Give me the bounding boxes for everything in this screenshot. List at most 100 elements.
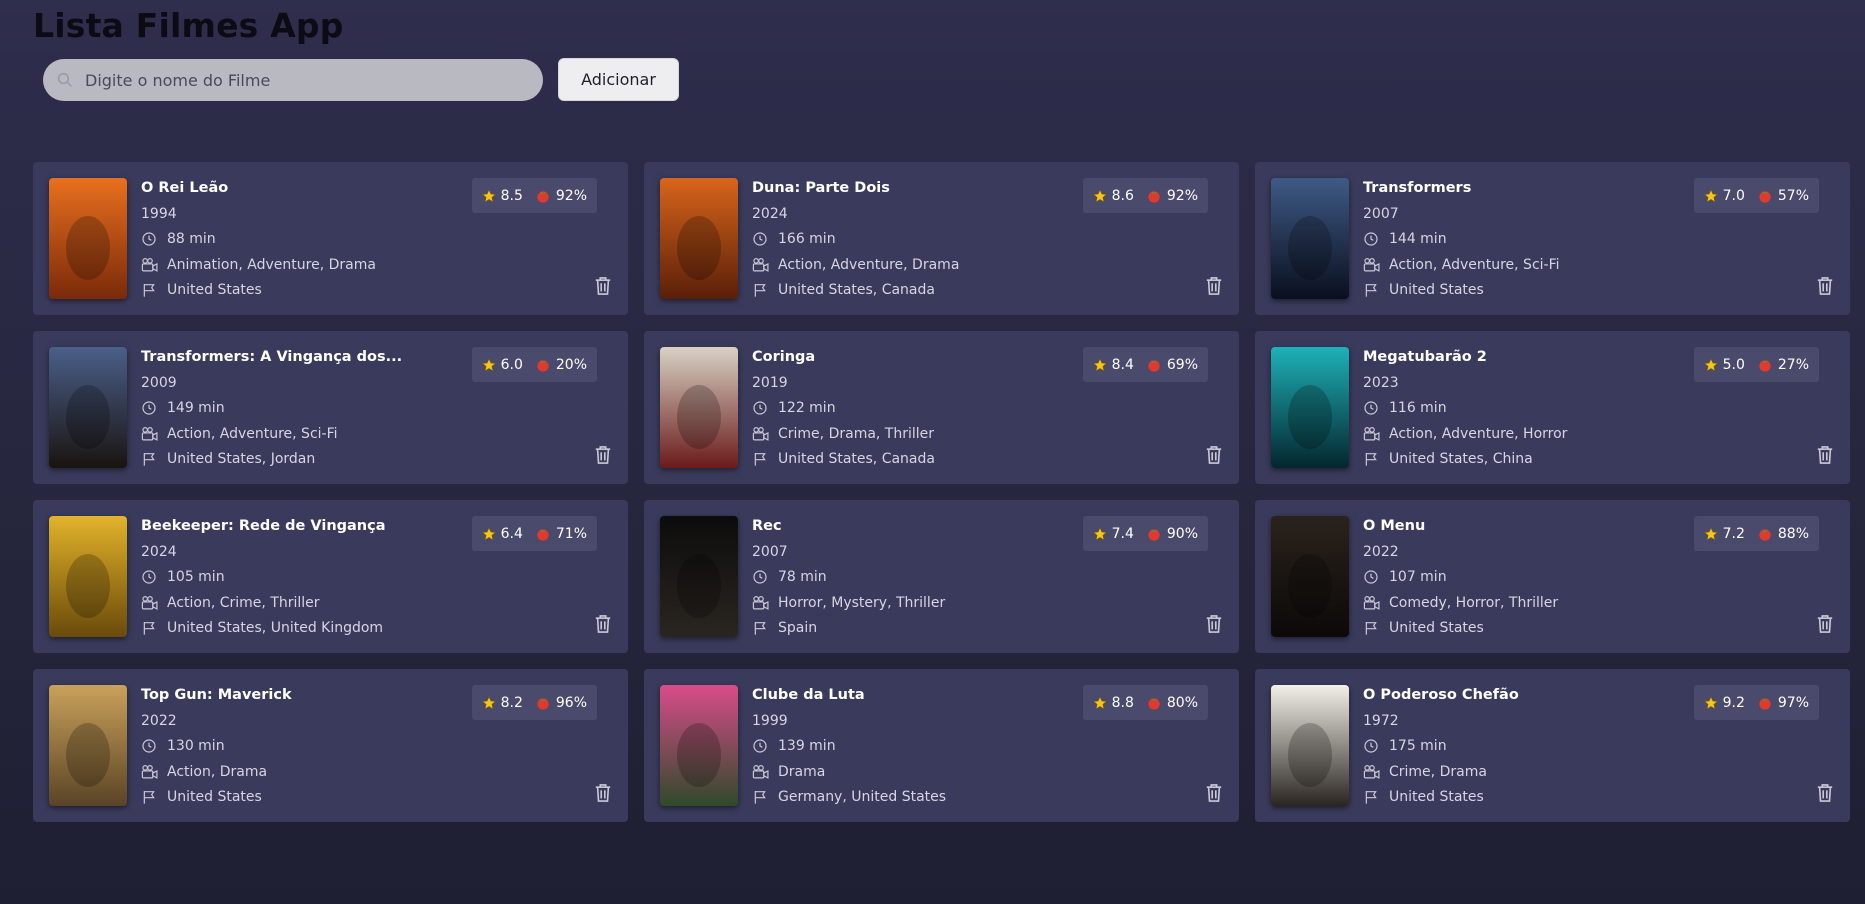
delete-button[interactable] — [592, 274, 614, 298]
trash-icon — [595, 446, 611, 464]
movie-title: Clube da Luta — [752, 687, 865, 703]
movie-duration-text: 144 min — [1389, 231, 1447, 247]
rotten-rating-value: 88% — [1777, 525, 1809, 542]
rotten-rating-value: 27% — [1777, 356, 1809, 373]
movie-duration: 107 min — [1363, 567, 1683, 587]
star-icon — [481, 357, 496, 372]
tomato-icon — [1757, 357, 1773, 373]
delete-button[interactable] — [1814, 274, 1836, 298]
flag-icon — [141, 281, 159, 299]
tomato-icon — [1146, 357, 1162, 373]
movie-countries-text: United States — [1389, 620, 1484, 636]
movie-genres: Crime, Drama — [1363, 762, 1683, 782]
movie-duration: 78 min — [752, 567, 1072, 587]
movie-countries: United States — [1363, 787, 1683, 807]
movie-year: 2023 — [1363, 374, 1399, 391]
movie-info: Top Gun: Maverick 2022 130 min Action, D… — [141, 685, 461, 807]
movie-duration: 88 min — [141, 229, 461, 249]
movie-duration: 105 min — [141, 567, 461, 587]
delete-button[interactable] — [592, 781, 614, 805]
movie-poster — [1271, 347, 1349, 468]
rotten-rating: 20% — [535, 357, 587, 373]
imdb-rating: 8.2 — [481, 695, 523, 711]
star-icon — [1092, 357, 1107, 372]
delete-button[interactable] — [592, 612, 614, 636]
movie-countries-text: United States — [167, 789, 262, 805]
movie-countries: Germany, United States — [752, 787, 1072, 807]
movie-poster — [660, 178, 738, 299]
rotten-rating-value: 92% — [1166, 187, 1198, 204]
movie-title: Megatubarão 2 — [1363, 349, 1487, 365]
flag-icon — [752, 281, 770, 299]
trash-icon — [1206, 446, 1222, 464]
imdb-rating-value: 5.0 — [1722, 356, 1745, 373]
clock-icon — [141, 399, 159, 417]
movie-duration-text: 175 min — [1389, 738, 1447, 754]
rotten-rating: 71% — [535, 526, 587, 542]
movie-countries-text: United States, Canada — [778, 451, 935, 467]
search-bar[interactable] — [43, 59, 543, 101]
movie-card: Megatubarão 2 2023 116 min Action, Adven… — [1255, 331, 1850, 484]
flag-icon — [141, 619, 159, 637]
rotten-rating: 88% — [1757, 526, 1809, 542]
delete-button[interactable] — [1814, 443, 1836, 467]
rotten-rating-value: 69% — [1166, 356, 1198, 373]
movie-title: Transformers — [1363, 180, 1472, 196]
movie-title: Transformers: A Vingança dos... — [141, 349, 403, 365]
movie-card: Beekeeper: Rede de Vingança 2024 105 min… — [33, 500, 628, 653]
delete-button[interactable] — [1203, 443, 1225, 467]
movie-genres: Action, Drama — [141, 762, 461, 782]
movie-countries-text: United States — [1389, 282, 1484, 298]
movie-info: Transformers 2007 144 min Action, Advent… — [1363, 178, 1683, 300]
movie-info: Clube da Luta 1999 139 min Drama Germany… — [752, 685, 1072, 807]
delete-button[interactable] — [1203, 612, 1225, 636]
rating-badge: 8.5 92% — [471, 178, 597, 213]
flag-icon — [1363, 281, 1381, 299]
movie-grid: O Rei Leão 1994 88 min Animation, Advent… — [33, 162, 1850, 822]
movie-year: 2007 — [1363, 205, 1399, 222]
movie-title: O Menu — [1363, 518, 1426, 534]
camera-icon — [141, 763, 159, 781]
delete-button[interactable] — [1814, 781, 1836, 805]
rating-badge: 7.2 88% — [1693, 516, 1819, 551]
movie-countries: United States, Canada — [752, 280, 1072, 300]
movie-title: Coringa — [752, 349, 816, 365]
movie-countries-text: United States — [1389, 789, 1484, 805]
delete-button[interactable] — [1203, 781, 1225, 805]
movie-genres: Action, Adventure, Sci-Fi — [141, 424, 461, 444]
delete-button[interactable] — [1203, 274, 1225, 298]
imdb-rating-value: 9.2 — [1722, 694, 1745, 711]
movie-genres-text: Animation, Adventure, Drama — [167, 256, 376, 273]
movie-countries: United States, Canada — [752, 449, 1072, 469]
flag-icon — [141, 788, 159, 806]
trash-icon — [595, 784, 611, 802]
movie-title: O Poderoso Chefão — [1363, 687, 1519, 703]
movie-info: Beekeeper: Rede de Vingança 2024 105 min… — [141, 516, 461, 638]
movie-countries: United States, Jordan — [141, 449, 461, 469]
movie-info: Rec 2007 78 min Horror, Mystery, Thrille… — [752, 516, 1072, 638]
movie-title: Rec — [752, 518, 782, 534]
star-icon — [481, 695, 496, 710]
star-icon — [1703, 526, 1718, 541]
delete-button[interactable] — [592, 443, 614, 467]
search-input[interactable] — [85, 59, 543, 101]
rotten-rating: 27% — [1757, 357, 1809, 373]
movie-card: Transformers 2007 144 min Action, Advent… — [1255, 162, 1850, 315]
rating-badge: 9.2 97% — [1693, 685, 1819, 720]
imdb-rating: 9.2 — [1703, 694, 1745, 711]
movie-poster — [660, 685, 738, 806]
rating-badge: 6.0 20% — [471, 347, 597, 382]
imdb-rating: 8.4 — [1092, 357, 1134, 373]
camera-icon — [752, 425, 770, 443]
clock-icon — [141, 568, 159, 586]
imdb-rating-value: 7.0 — [1722, 187, 1745, 204]
imdb-rating-value: 6.4 — [500, 525, 523, 542]
delete-button[interactable] — [1814, 612, 1836, 636]
flag-icon — [1363, 788, 1381, 806]
movie-year: 2007 — [752, 543, 788, 560]
rating-badge: 8.2 96% — [471, 685, 597, 720]
add-button[interactable]: Adicionar — [558, 58, 679, 101]
movie-duration: 166 min — [752, 229, 1072, 249]
imdb-rating: 5.0 — [1703, 356, 1745, 373]
star-icon — [1703, 357, 1718, 372]
